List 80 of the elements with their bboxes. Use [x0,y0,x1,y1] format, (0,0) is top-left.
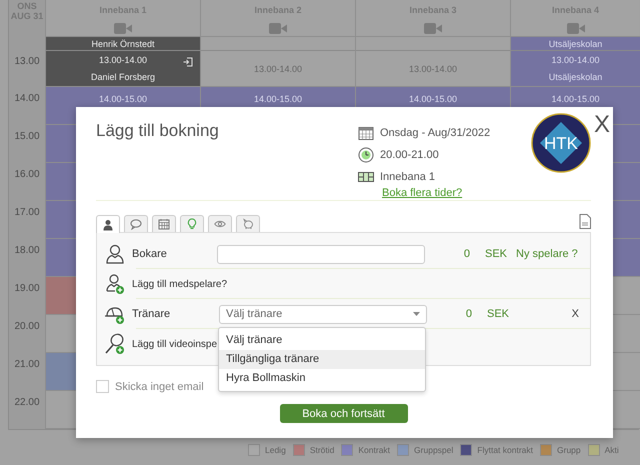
book-more-link[interactable]: Boka flera tider? [382,187,531,199]
calendar-icon [358,125,374,141]
remove-button[interactable]: X [572,308,579,320]
legend-label: Ledig [265,445,286,455]
currency: SEK [485,248,508,260]
sign-in-icon[interactable] [183,57,193,67]
slot-time: 14.00-15.00 [98,94,148,104]
hour-label: 18.00 [14,245,40,257]
speech-bubble-icon [130,218,142,230]
booking-slot[interactable]: Henrik Örnstedt 13.00-14.00 Daniel Forsberg [46,37,201,87]
eye-icon [214,218,226,230]
dialog-tab[interactable] [208,215,232,232]
slot-time: 13.00-14.00 [408,64,458,74]
booking-slot[interactable]: 13.00-14.00 [356,37,511,87]
hour-label: 19.00 [14,283,40,295]
clock-icon [358,147,374,163]
person-icon [102,218,114,230]
club-logo: HTK [531,113,591,173]
slot-time: 13.00-14.00 [98,55,148,65]
hour-label: 17.00 [14,207,40,219]
hour-label: 13.00 [14,56,40,68]
person-icon [104,243,126,265]
price: 0 [464,308,472,320]
pdf-document-icon[interactable] [579,214,591,229]
court-name: Innebana 1 [380,171,436,183]
hour-label: 14.00 [14,93,40,105]
dialog-tab[interactable] [236,215,260,232]
video-camera-icon[interactable] [114,22,132,35]
video-camera-icon[interactable] [566,22,584,35]
video-camera-icon[interactable] [269,22,287,35]
player-name: Utsäljeskolan [548,72,602,82]
booker-name: Utsäljeskolan [548,38,602,48]
hour-label: 20.00 [14,321,40,333]
field-label: Tränare [132,308,172,320]
submit-button[interactable]: Boka och fortsätt [280,404,408,423]
legend-label: Flyttat kontrakt [477,445,534,455]
add-racket-icon [104,333,126,355]
checkbox[interactable] [96,380,109,393]
booking-slot[interactable]: Utsäljeskolan 13.00-14.00 Utsäljeskolan [511,37,640,87]
dialog-tab[interactable] [96,215,120,233]
slot-time: 14.00-15.00 [254,94,302,104]
new-player-link[interactable]: Ny spelare ? [516,248,578,260]
currency: SEK [487,308,510,320]
court-icon [358,169,374,185]
dropdown-option[interactable]: Tillgängliga tränare [219,350,425,369]
hour-label: 15.00 [14,131,40,143]
dropdown-option[interactable]: Hyra Bollmaskin [219,369,425,388]
slot-time: 13.00-14.00 [551,55,600,65]
hour-label: 16.00 [14,169,40,181]
slot-time: 14.00-15.00 [408,94,458,104]
legend-label: Kontrakt [358,445,390,455]
player-name: Daniel Forsberg [90,72,156,82]
video-camera-icon[interactable] [424,22,442,35]
hour-label: 21.00 [14,359,40,371]
legend-label: Grupp [557,445,581,455]
legend-label: Strötid [310,445,334,455]
booker-input-field[interactable] [217,244,425,264]
slot-time: 13.00-14.00 [254,64,302,74]
booking-slot[interactable]: 13.00-14.00 [201,37,356,87]
piggy-bank-icon [242,218,254,230]
legend-label: Akti [604,445,619,455]
price: 0 [462,248,470,260]
field-label: Bokare [132,248,168,260]
caret-icon [413,312,420,316]
hour-label: 22.00 [14,397,40,409]
booking-date: Onsdag - Aug/31/2022 [380,127,490,139]
dialog-tab[interactable] [124,215,148,232]
legend-label: Gruppspel [414,445,454,455]
calendar-icon [158,218,170,230]
slot-time: 14.00-15.00 [551,94,600,104]
add-link[interactable]: Lägg till medspelare? [132,278,228,290]
add-person-icon [104,273,126,295]
dialog-tab[interactable] [152,215,176,232]
lightbulb-icon [186,218,198,230]
booking-time: 20.00-21.00 [380,149,439,161]
booker-name: Henrik Örnstedt [91,38,155,48]
checkbox-label: Skicka inget email [115,380,204,392]
trainer-select[interactable]: Välj tränare [219,304,427,324]
add-link[interactable]: Lägg till videoinspe [132,338,218,350]
dropdown-option[interactable]: Välj tränare [219,331,425,350]
